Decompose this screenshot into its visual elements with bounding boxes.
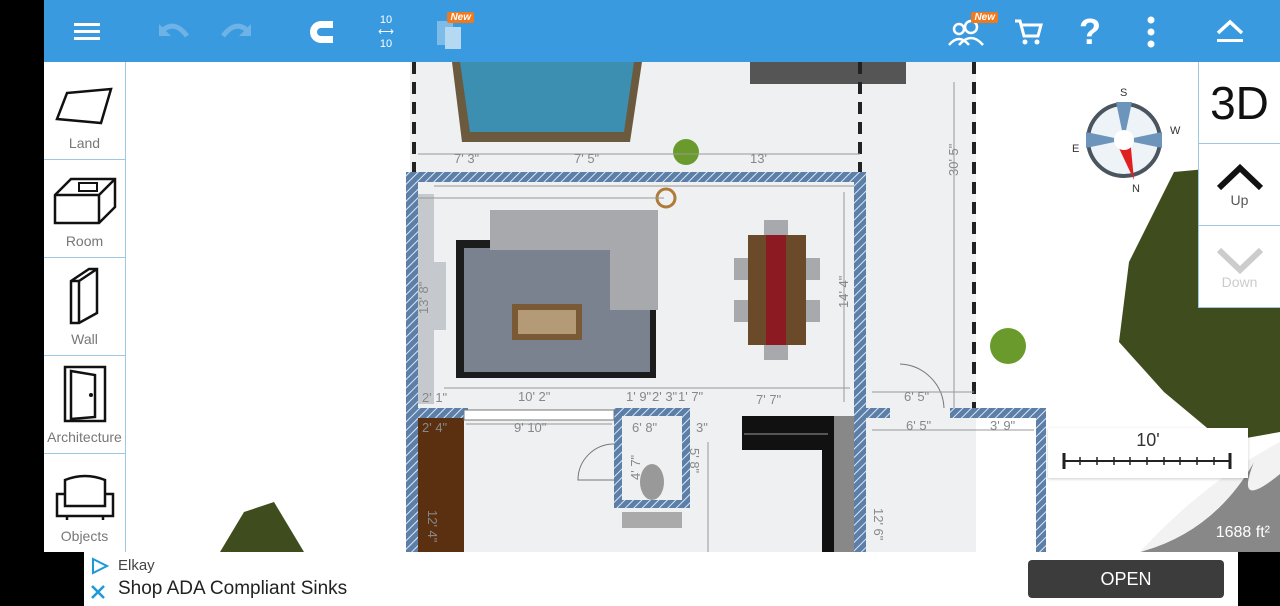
undo-button[interactable] [154,12,194,52]
dimension-label: 3' 9" [990,418,1016,433]
collapse-button[interactable] [1208,12,1252,52]
dimension-label: 7' 5" [574,151,600,166]
dimension-label: 6' 8" [632,420,658,435]
community-button[interactable]: New [944,12,998,52]
floor-plan-canvas[interactable]: 7' 3" 7' 5" 13' 30' 5" 13' 8" 14' 4" 10'… [44,62,1280,552]
dimension-label: 3" [696,420,708,435]
chevron-up-icon [1216,163,1263,190]
more-button[interactable] [1134,12,1168,52]
wall-label: Wall [71,331,98,347]
dimension-label: 1' 9" [626,389,652,404]
level-up-button[interactable]: Up [1199,144,1280,226]
ad-banner[interactable]: Elkay Shop ADA Compliant Sinks OPEN [84,552,1238,606]
compass-s: S [1120,87,1127,99]
undo-icon [159,23,189,38]
3d-view-button[interactable]: 3D [1199,62,1280,144]
dimension-label: 1' 7" [678,389,704,404]
dimensions-button[interactable]: 10 ⟷ 10 [364,12,408,52]
room-label: Room [65,233,104,249]
new-badge: New [971,12,998,23]
toolbar: 10 ⟷ 10 New New ? [44,0,1280,62]
ad-brand: Elkay [118,557,155,574]
plant [990,328,1026,364]
hamburger-icon [74,23,100,40]
plant [673,139,699,165]
dimension-label: 30' 5" [946,143,961,176]
armchair-icon [55,474,114,520]
dimension-label: 2' 4" [422,420,448,435]
land-tool[interactable]: Land [44,62,125,160]
3d-label: 3D [1210,76,1269,129]
ad-cta-label: OPEN [1100,568,1152,589]
scale-bar: 10' [1048,428,1248,478]
dimension-label: 7' 7" [756,392,782,407]
dimension-top-label: 10 [379,14,393,26]
ad-play-icon [92,557,110,575]
magnet-button[interactable] [302,12,342,52]
redo-button[interactable] [216,12,256,52]
dimension-label: 12' 4" [425,510,440,543]
dimension-label: 5' 8" [687,448,702,474]
dimension-label: 4' 7" [628,454,643,480]
compass-w: W [1170,125,1181,137]
ad-close-icon[interactable] [90,584,106,600]
scale-label: 10' [1136,430,1160,450]
land-icon [54,87,113,125]
dimension-label: 14' 4" [836,275,851,308]
dimension-label: 2' 3" [652,389,678,404]
more-vertical-icon [1147,16,1155,48]
compass-e: E [1072,143,1079,155]
down-label: Down [1221,274,1258,290]
compass-n: N [1132,183,1140,195]
tool-panel: Land Room Wall Architecture Objects [44,62,126,552]
dimension-label: 10' 2" [518,389,551,404]
ad-open-button[interactable]: OPEN [1028,560,1224,598]
chevron-down-icon [1216,247,1263,274]
door-icon [63,365,106,423]
ad-headline: Shop ADA Compliant Sinks [118,578,348,599]
dimension-label: 7' 3" [454,151,480,166]
dimension-label: 6' 5" [904,389,930,404]
cart-button[interactable] [1008,12,1048,52]
dimension-label: 13' [750,151,767,166]
chevron-up-icon [1216,19,1244,42]
dimension-label: 6' 5" [906,418,932,433]
menu-button[interactable] [70,12,104,52]
land-label: Land [68,135,101,151]
level-down-button[interactable]: Down [1199,226,1280,308]
dimension-icon: ⟷ [378,26,394,38]
floor-plan[interactable]: 7' 3" 7' 5" 13' 30' 5" 13' 8" 14' 4" 10'… [44,62,1280,552]
dimension-bottom-label: 10 [379,38,393,50]
architecture-label: Architecture [47,429,122,445]
help-button[interactable]: ? [1070,11,1110,52]
dimension-label: 2' 1" [422,390,448,405]
shrub [220,502,304,552]
cart-icon [1015,19,1043,45]
dimension-label: 12' 6" [871,508,886,541]
architecture-tool[interactable]: Architecture [44,356,125,454]
objects-label: Objects [60,528,109,544]
total-area: 1688 ft² [1215,524,1270,541]
dimension-label: 9' 10" [514,420,547,435]
view-panel: 3D Up Down [1198,62,1280,308]
help-icon: ? [1079,11,1101,52]
scale-ruler [1062,453,1232,469]
kitchen-counter [742,416,836,450]
room-tool[interactable]: Room [44,160,125,258]
redo-icon [221,23,251,38]
wall-icon [69,267,98,325]
magnet-icon [310,21,333,43]
dimension-label: 13' 8" [416,281,431,314]
wall-tool[interactable]: Wall [44,258,125,356]
layers-button[interactable]: New [430,12,474,52]
objects-tool[interactable]: Objects [44,454,125,552]
room-icon [53,177,116,225]
new-badge: New [447,12,474,23]
compass: S N E W [1072,87,1181,195]
up-label: Up [1230,191,1249,208]
